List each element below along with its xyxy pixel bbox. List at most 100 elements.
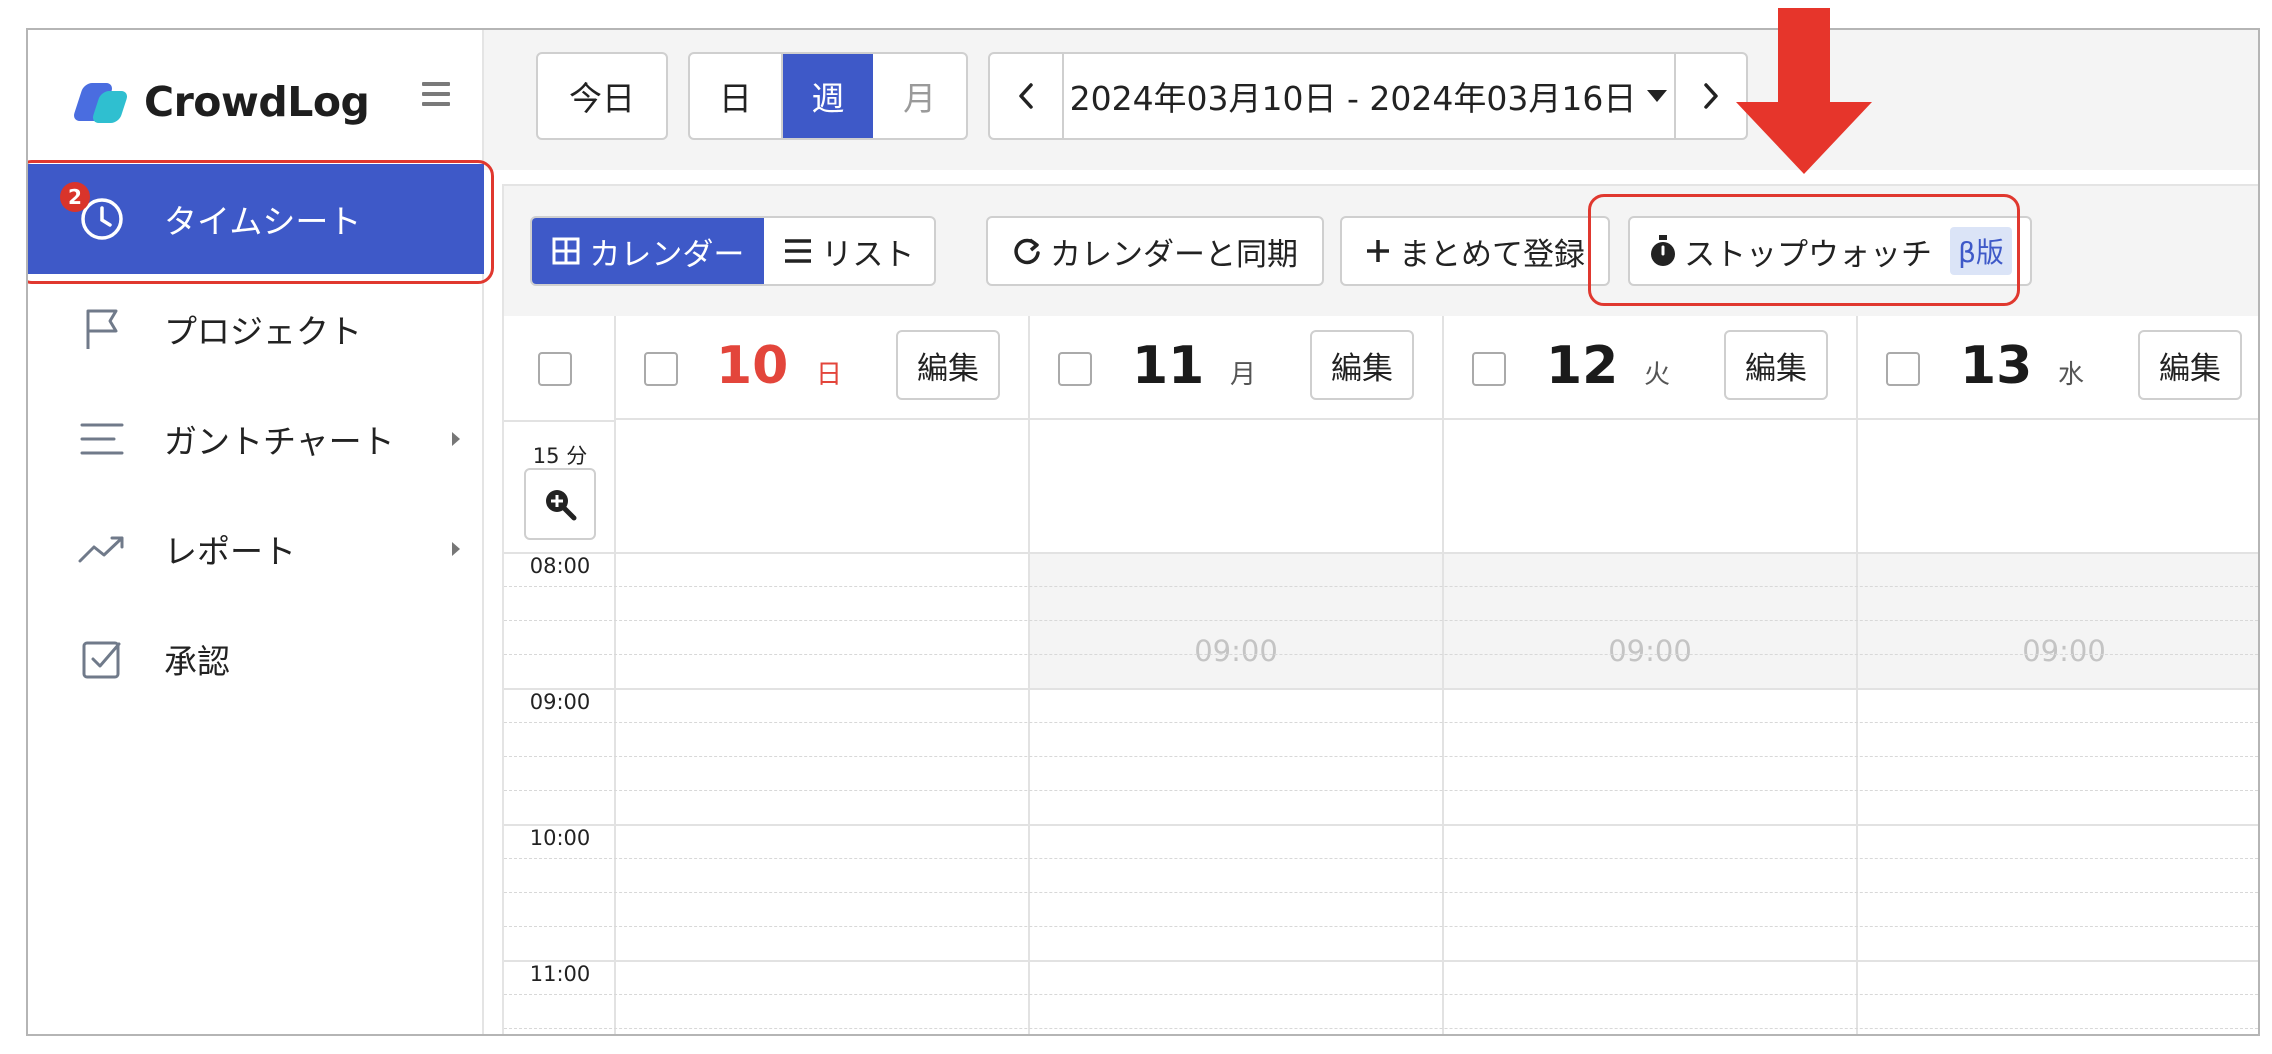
hour-line — [504, 552, 2258, 554]
stopwatch-label: ストップウォッチ — [1684, 236, 1933, 273]
work-start-label: 09:00 — [1194, 634, 1278, 668]
day-of-week: 火 — [1644, 360, 1671, 390]
view-week-button[interactable]: 週 — [780, 54, 874, 138]
zoom-in-icon — [546, 490, 577, 521]
calendar-sync-label: カレンダーと同期 — [1050, 236, 1298, 273]
bulk-add-label: まとめて登録 — [1399, 236, 1585, 273]
list-view-button[interactable]: リスト — [764, 218, 934, 284]
day-number: 13 — [1960, 336, 2033, 396]
hour-line — [504, 688, 2258, 690]
day-header: 12 火 編集 — [1444, 316, 1856, 420]
list-view-label: リスト — [821, 236, 915, 273]
bulk-add-button[interactable]: まとめて登録 — [1340, 216, 1610, 286]
sidebar-item-label: 承認 — [164, 642, 230, 681]
logo-mark-icon — [71, 79, 130, 125]
sidebar-item-label: タイムシート — [164, 202, 362, 241]
quarter-line — [504, 790, 2258, 791]
sidebar-item-projects[interactable]: プロジェクト — [28, 274, 484, 384]
day-select-checkbox[interactable] — [1472, 352, 1506, 386]
day-select-checkbox[interactable] — [1886, 352, 1920, 386]
select-all-checkbox[interactable] — [538, 352, 572, 386]
sidebar-item-approval[interactable]: 承認 — [28, 604, 484, 714]
date-range-dropdown[interactable]: 2024年03月10日 - 2024年03月16日 — [1064, 54, 1674, 138]
grid-icon — [552, 237, 580, 265]
interval-label: 15 分 — [532, 444, 588, 468]
notification-badge: 2 — [60, 182, 90, 212]
day-of-week: 月 — [1230, 360, 1257, 390]
timesheet-content: カレンダー リスト カレンダーと同期 まとめて登録 ストップウォッチ β版 15… — [502, 184, 2258, 1034]
day-of-week: 日 — [816, 360, 843, 390]
timesheet-toolbar: カレンダー リスト カレンダーと同期 まとめて登録 ストップウォッチ β版 — [504, 186, 2258, 316]
day-header: 11 月 編集 — [1030, 316, 1442, 420]
calendar-view-button[interactable]: カレンダー — [532, 218, 764, 284]
edit-day-button[interactable]: 編集 — [1310, 330, 1414, 400]
sidebar-item-label: プロジェクト — [164, 312, 362, 351]
work-start-label: 09:00 — [1608, 634, 1692, 668]
beta-badge: β版 — [1950, 227, 2012, 275]
date-range-text: 2024年03月10日 - 2024年03月16日 — [1069, 79, 1637, 118]
hour-line — [504, 824, 2258, 826]
day-of-week: 水 — [2058, 360, 2085, 390]
prev-week-button[interactable] — [990, 54, 1064, 138]
edit-day-button[interactable]: 編集 — [1724, 330, 1828, 400]
quarter-line — [504, 722, 2258, 723]
flag-icon — [78, 305, 126, 353]
sidebar-item-reports[interactable]: レポート — [28, 494, 484, 604]
quarter-line — [504, 756, 2258, 757]
calendar-view-label: カレンダー — [589, 236, 745, 273]
edit-day-button[interactable]: 編集 — [2138, 330, 2242, 400]
list-icon — [785, 239, 812, 263]
day-select-checkbox[interactable] — [1058, 352, 1092, 386]
calendar-sync-button[interactable]: カレンダーと同期 — [986, 216, 1324, 286]
caret-down-icon — [1647, 90, 1668, 102]
quarter-line — [504, 654, 2258, 655]
quarter-line — [504, 620, 2258, 621]
hour-line — [504, 960, 2258, 962]
chevron-right-icon — [452, 542, 460, 556]
plus-icon — [1367, 240, 1389, 262]
time-label: 10:00 — [529, 826, 591, 850]
stopwatch-icon — [1651, 235, 1676, 266]
view-day-button[interactable]: 日 — [690, 54, 781, 138]
quarter-line — [504, 994, 2258, 995]
sync-icon — [1014, 238, 1040, 265]
today-button[interactable]: 今日 — [536, 52, 668, 140]
checkbox-icon — [78, 635, 126, 683]
sidebar-item-label: ガントチャート — [164, 422, 395, 461]
date-range-navigator: 2024年03月10日 - 2024年03月16日 — [988, 52, 1748, 140]
view-month-button[interactable]: 月 — [873, 54, 966, 138]
view-mode-switch: 日 週 月 — [688, 52, 968, 140]
quarter-line — [504, 892, 2258, 893]
app-frame: CrowdLog 2 タイムシート プロジェクト ガントチャート レポート 承認… — [26, 28, 2260, 1036]
time-label: 09:00 — [529, 690, 591, 714]
chevron-right-icon — [452, 432, 460, 446]
time-label: 11:00 — [529, 962, 591, 986]
logo-text: CrowdLog — [144, 78, 370, 126]
display-mode-switch: カレンダー リスト — [530, 216, 936, 286]
day-number: 10 — [716, 336, 789, 396]
day-number: 12 — [1546, 336, 1619, 396]
day-select-checkbox[interactable] — [644, 352, 678, 386]
menu-toggle-icon[interactable] — [422, 82, 452, 112]
sidebar: CrowdLog 2 タイムシート プロジェクト ガントチャート レポート 承認 — [28, 30, 484, 1034]
sidebar-item-gantt[interactable]: ガントチャート — [28, 384, 484, 494]
week-calendar-grid: 15 分 10 日 編集 11 月 編集 09:00 12 火 編集 09:00 13 水 編集 09:00… — [504, 316, 2258, 1034]
date-toolbar: 今日 日 週 月 2024年03月10日 - 2024年03月16日 — [484, 30, 2258, 170]
stopwatch-button[interactable]: ストップウォッチ β版 — [1628, 216, 2032, 286]
day-header: 10 日 編集 — [616, 316, 1028, 420]
chevron-right-icon — [1704, 83, 1718, 109]
zoom-in-button[interactable] — [524, 468, 596, 540]
sidebar-nav: 2 タイムシート プロジェクト ガントチャート レポート 承認 — [28, 164, 484, 714]
sidebar-item-timesheet[interactable]: 2 タイムシート — [28, 164, 484, 274]
day-header: 13 水 編集 — [1858, 316, 2258, 420]
day-number: 11 — [1132, 336, 1205, 396]
logo[interactable]: CrowdLog — [71, 72, 370, 132]
sidebar-item-label: レポート — [164, 532, 296, 571]
quarter-line — [504, 858, 2258, 859]
work-start-label: 09:00 — [2022, 634, 2106, 668]
trend-icon — [78, 525, 126, 573]
quarter-line — [504, 926, 2258, 927]
gantt-lines-icon — [78, 415, 126, 463]
next-week-button[interactable] — [1674, 54, 1746, 138]
edit-day-button[interactable]: 編集 — [896, 330, 1000, 400]
